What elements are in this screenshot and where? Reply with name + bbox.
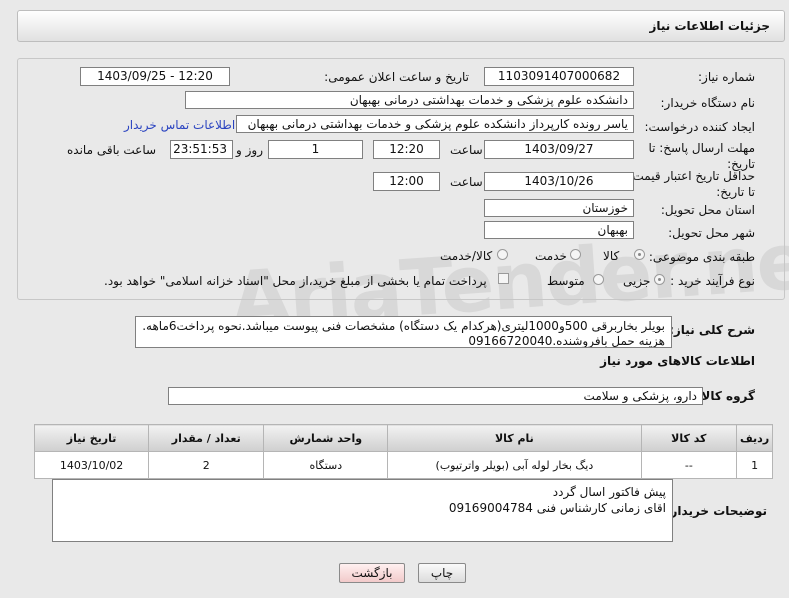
reply-time-field[interactable]: 12:20 — [373, 140, 440, 159]
page-title: جزئیات اطلاعات نیاز — [649, 19, 770, 33]
category-radio-goods-service[interactable] — [497, 249, 508, 260]
validity-date-field[interactable]: 1403/10/26 — [484, 172, 634, 191]
validity-time-label: ساعت — [450, 175, 483, 189]
announce-datetime-field[interactable]: 1403/09/25 - 12:20 — [80, 67, 230, 86]
buyer-notes-line-1: پیش فاکتور اسال گردد — [552, 485, 666, 499]
category-option-goods: کالا — [603, 249, 620, 263]
category-option-service: خدمت — [535, 249, 567, 263]
process-option-minor: جزیی — [623, 274, 651, 288]
goods-group-label: گروه کالا: — [696, 389, 755, 403]
category-radio-service[interactable] — [570, 249, 581, 260]
process-radio-medium[interactable] — [593, 274, 604, 285]
col-qty: تعداد / مقدار — [148, 424, 265, 452]
treasury-note: پرداخت تمام یا بخشی از مبلغ خرید،از محل … — [104, 274, 487, 288]
buyer-notes-line-2: اقای زمانی کارشناس فنی 09169004784 — [448, 501, 666, 515]
goods-section-title: اطلاعات کالاهای مورد نیاز — [600, 354, 755, 368]
province-label: استان محل تحویل: — [660, 203, 755, 217]
buyer-contact-link[interactable]: اطلاعات تماس خریدار — [124, 118, 235, 132]
cell-unit: دستگاه — [263, 451, 389, 479]
announce-label: تاریخ و ساعت اعلان عمومی: — [324, 70, 469, 84]
need-number-field[interactable]: 1103091407000682 — [484, 67, 634, 86]
process-radio-minor[interactable] — [654, 274, 665, 285]
cell-code: -- — [640, 451, 738, 479]
col-unit: واحد شمارش — [263, 424, 389, 452]
cell-name: دیگ بخار لوله آبی (بویلر واترتیوب) — [387, 451, 642, 479]
cell-date: 1403/10/02 — [33, 451, 150, 479]
header-bar: جزئیات اطلاعات نیاز — [17, 10, 785, 42]
province-field[interactable]: خوزستان — [484, 199, 634, 217]
reply-date-field[interactable]: 1403/09/27 — [484, 140, 634, 159]
reply-time-label: ساعت — [450, 143, 483, 157]
buyer-org-field[interactable]: دانشکده علوم پزشکی و خدمات بهداشتی درمان… — [185, 91, 634, 109]
days-label: روز و — [236, 143, 263, 157]
creator-field[interactable]: یاسر رونده کارپرداز دانشکده علوم پزشکی و… — [236, 115, 634, 133]
table-header-row: ردیف کد کالا نام کالا واحد شمارش تعداد /… — [33, 424, 773, 452]
description-textarea[interactable]: بویلر بخاربرقی 500و1000لیتری(هرکدام یک د… — [135, 316, 672, 348]
col-date: تاریخ نیاز — [33, 424, 150, 452]
buyer-org-label: نام دستگاه خریدار: — [660, 96, 756, 110]
back-button[interactable]: بازگشت — [339, 563, 405, 583]
category-radio-goods[interactable] — [634, 249, 645, 260]
creator-label: ایجاد کننده درخواست: — [644, 120, 755, 134]
category-label: طبقه بندی موضوعی: — [648, 250, 755, 264]
need-number-label: شماره نیاز: — [698, 70, 755, 84]
description-label: شرح کلی نیاز: — [669, 323, 755, 337]
buyer-notes-textarea[interactable]: پیش فاکتور اسال گردد اقای زمانی کارشناس … — [52, 479, 673, 542]
validity-time-field[interactable]: 12:00 — [373, 172, 440, 191]
table-row[interactable]: 1 -- دیگ بخار لوله آبی (بویلر واترتیوب) … — [33, 451, 773, 479]
goods-group-field[interactable]: دارو، پزشکی و سلامت — [168, 387, 703, 405]
col-name: نام کالا — [387, 424, 642, 452]
col-row: ردیف — [736, 424, 773, 452]
category-option-goods-service: کالا/خدمت — [440, 249, 493, 263]
validity-label: حداقل تاریخ اعتبار قیمت: تا تاریخ: — [628, 169, 755, 199]
col-code: کد کالا — [640, 424, 738, 452]
process-option-medium: متوسط — [547, 274, 585, 288]
remaining-time-field[interactable]: 23:51:53 — [170, 140, 233, 159]
treasury-checkbox[interactable] — [498, 273, 509, 284]
days-field[interactable]: 1 — [268, 140, 363, 159]
remaining-label: ساعت باقی مانده — [67, 143, 157, 157]
print-button[interactable]: چاپ — [418, 563, 466, 583]
buyer-notes-label: توضیحات خریدار: — [665, 504, 767, 518]
cell-qty: 2 — [148, 451, 265, 479]
process-label: نوع فرآیند خرید : — [670, 274, 755, 288]
cell-row: 1 — [736, 451, 773, 479]
goods-table: ردیف کد کالا نام کالا واحد شمارش تعداد /… — [33, 424, 773, 479]
city-label: شهر محل تحویل: — [668, 226, 755, 240]
city-field[interactable]: بهبهان — [484, 221, 634, 239]
